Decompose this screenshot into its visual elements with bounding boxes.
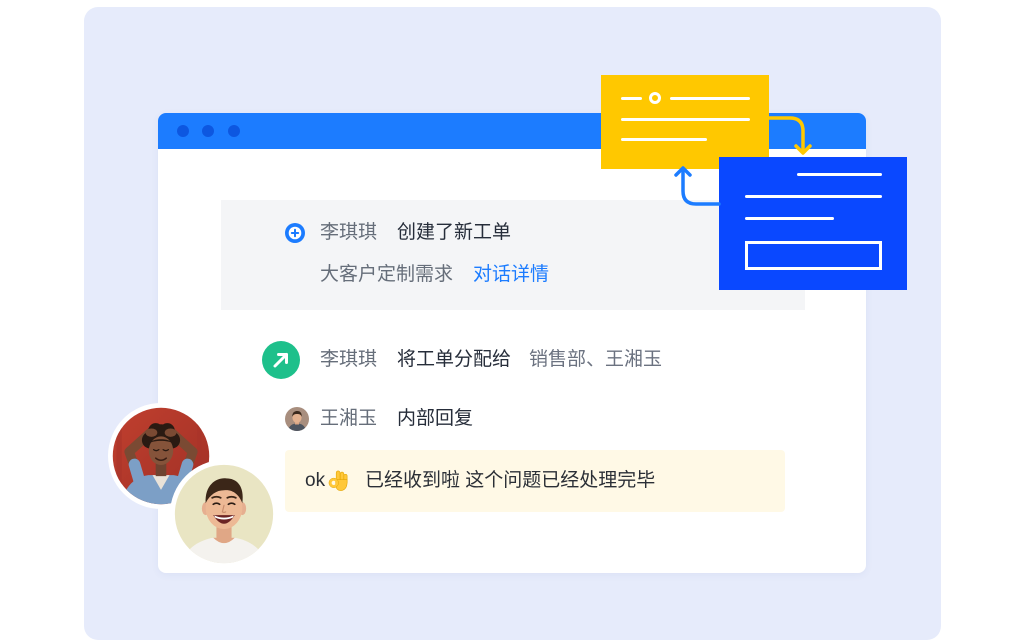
card-line (670, 96, 750, 100)
arrow-up-right-icon (262, 341, 300, 379)
ok-hand-emoji-icon (328, 470, 348, 491)
card-line (745, 194, 882, 198)
card-line (621, 96, 642, 100)
event-action: 创建了新工单 (397, 222, 512, 243)
document-card-icon (601, 75, 769, 169)
card-line (621, 137, 707, 141)
event-action: 内部回复 (397, 408, 474, 429)
window-dot-icon (228, 125, 240, 137)
window-dot-icon (177, 125, 189, 137)
event-action: 将工单分配给 (397, 349, 512, 370)
man-avatar (170, 460, 278, 568)
card-line (797, 172, 882, 176)
plus-circle-icon (285, 223, 305, 243)
form-card-icon (719, 157, 907, 290)
user-avatar (285, 407, 309, 431)
card-circle (649, 92, 661, 104)
event-user-name: 李琪琪 (320, 349, 378, 370)
ticket-title: 大客户定制需求 (320, 264, 454, 285)
message-prefix: ok (305, 470, 326, 491)
window-dot-icon (202, 125, 214, 137)
card-input-box (745, 241, 882, 270)
message-text: 已经收到啦 这个问题已经处理完毕 (365, 470, 656, 491)
assignees: 销售部、王湘玉 (529, 349, 663, 370)
ticket-created-block (221, 200, 805, 310)
internal-reply-message: ok 已经收到啦 这个问题已经处理完毕 (285, 450, 785, 512)
event-user-name: 李琪琪 (320, 222, 378, 243)
event-user-name: 王湘玉 (320, 408, 378, 429)
card-line (745, 216, 834, 220)
conversation-details-link[interactable]: 对话详情 (473, 263, 549, 287)
card-line (621, 117, 750, 121)
